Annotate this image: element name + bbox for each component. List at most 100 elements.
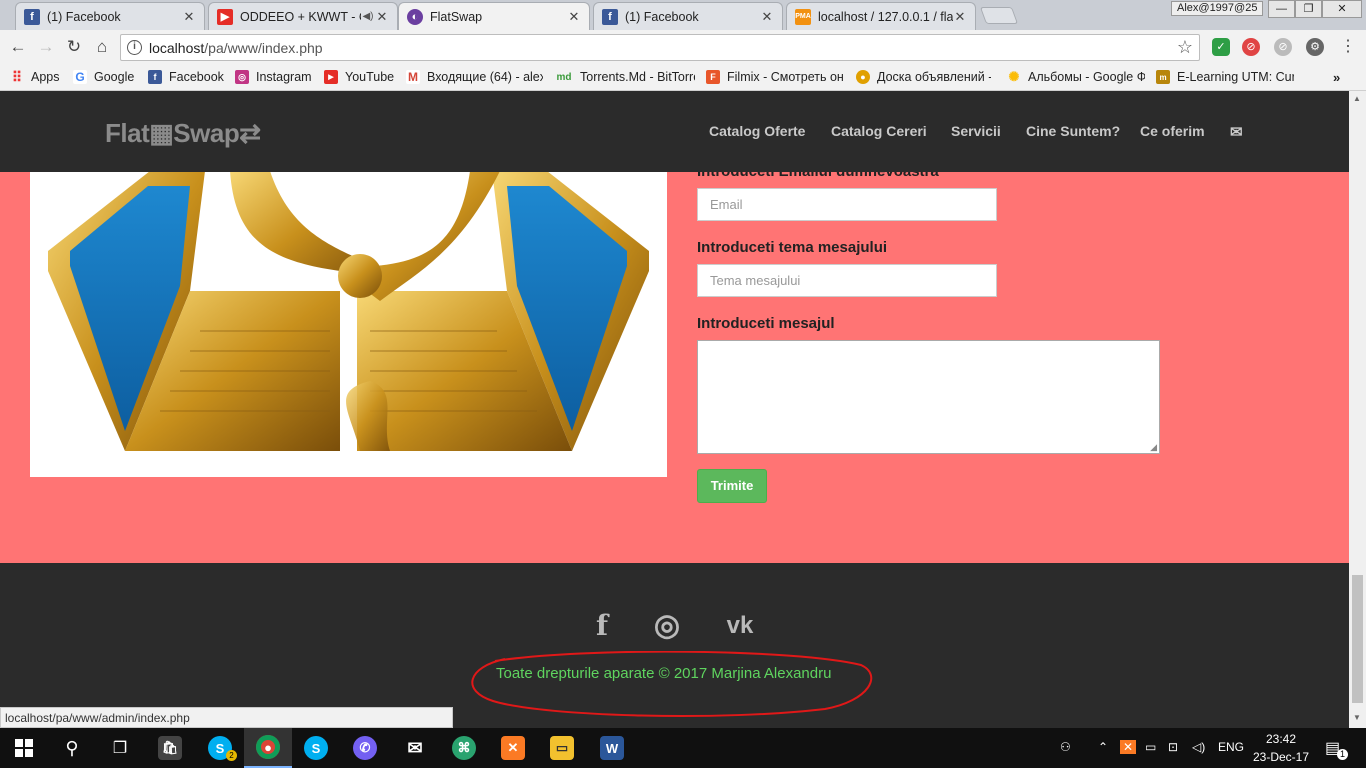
- minimize-button[interactable]: —: [1268, 0, 1295, 18]
- bookmark-google[interactable]: G Google: [73, 68, 143, 86]
- bookmark-gmail[interactable]: M Входящие (64) - alex: [406, 68, 543, 86]
- adblock-extension-icon[interactable]: ⊘: [1242, 38, 1260, 56]
- bookmark-filmix[interactable]: F Filmix - Смотреть он: [706, 68, 844, 86]
- extension-icon[interactable]: ⊘: [1274, 38, 1292, 56]
- close-tab-icon[interactable]: ✕: [953, 9, 967, 25]
- clock-date[interactable]: 23-Dec-17: [1253, 750, 1309, 764]
- subject-field[interactable]: Tema mesajului: [697, 264, 997, 297]
- nav-cine-suntem[interactable]: Cine Suntem?: [1026, 123, 1120, 139]
- filmix-icon: F: [706, 70, 720, 84]
- network-icon[interactable]: ⊡: [1168, 740, 1178, 754]
- chrome-taskbar-icon[interactable]: ●: [244, 728, 292, 768]
- shield-extension-icon[interactable]: ✓: [1212, 38, 1230, 56]
- new-tab-button[interactable]: [979, 7, 1019, 24]
- skype-app-icon[interactable]: S: [292, 728, 340, 768]
- chrome-menu-icon[interactable]: ⋮: [1338, 37, 1358, 57]
- phpmyadmin-icon: PMA: [795, 8, 811, 25]
- tray-chevron-up-icon[interactable]: ⌃: [1098, 740, 1108, 754]
- tab-flatswap[interactable]: ◐ FlatSwap ✕: [398, 2, 590, 30]
- volume-icon[interactable]: ◁): [1192, 740, 1205, 754]
- viber-icon[interactable]: ✆: [341, 728, 389, 768]
- site-navbar: Flat▦Swap⇄ Catalog Oferte Catalog Cereri…: [0, 91, 1349, 172]
- tab-title: ODDEEO + KWWT - C: [240, 9, 361, 24]
- tab-facebook-1[interactable]: f (1) Facebook ✕: [15, 2, 205, 30]
- instagram-icon[interactable]: ◎: [650, 609, 684, 643]
- bookmark-label: Facebook: [169, 70, 224, 84]
- tab-title: FlatSwap: [430, 9, 483, 24]
- close-tab-icon[interactable]: ✕: [182, 9, 196, 25]
- vk-icon[interactable]: vk: [720, 609, 760, 643]
- address-bar[interactable]: i localhost/pa/www/index.php ☆: [120, 34, 1200, 61]
- forward-arrow-icon[interactable]: →: [36, 37, 56, 57]
- extension-gear-icon[interactable]: ⚙: [1306, 38, 1324, 56]
- close-tab-icon[interactable]: ✕: [567, 9, 581, 25]
- facebook-icon[interactable]: f: [585, 609, 619, 643]
- store-icon[interactable]: 🛍: [146, 728, 194, 768]
- back-arrow-icon[interactable]: ←: [8, 37, 28, 57]
- elearning-icon: m: [1156, 70, 1170, 84]
- tab-phpmyadmin[interactable]: PMA localhost / 127.0.0.1 / fla ✕: [786, 2, 976, 30]
- skype-badge: 2: [226, 750, 237, 761]
- bookmark-google-photos[interactable]: ✺ Альбомы - Google Ф: [1007, 68, 1145, 86]
- profile-button[interactable]: Alex@1997@25: [1171, 1, 1264, 16]
- more-bookmarks-chevron-icon[interactable]: »: [1333, 68, 1347, 86]
- nav-catalog-oferte[interactable]: Catalog Oferte: [709, 123, 805, 139]
- people-icon[interactable]: ⚇: [1060, 740, 1071, 754]
- page-scrollbar[interactable]: ▲ ▼: [1349, 91, 1366, 728]
- gmail-icon: M: [406, 70, 420, 84]
- mail-icon[interactable]: ✉: [391, 728, 439, 768]
- scroll-up-arrow-icon[interactable]: ▲: [1353, 94, 1361, 103]
- tab-facebook-2[interactable]: f (1) Facebook ✕: [593, 2, 783, 30]
- close-tab-icon[interactable]: ✕: [375, 9, 389, 25]
- reload-icon[interactable]: ↻: [64, 37, 84, 57]
- bookmark-label: Instagram: [256, 70, 312, 84]
- bookmarks-bar: ⠿ Apps G Google f Facebook ◎ Instagram ▶ YouT…: [0, 64, 1366, 91]
- nav-servicii[interactable]: Servicii: [951, 123, 1001, 139]
- clock-time[interactable]: 23:42: [1266, 732, 1296, 746]
- windows-logo-icon: [15, 739, 33, 757]
- nav-ce-oferim[interactable]: Ce oferim: [1140, 123, 1205, 139]
- bookmark-label: Доска объявлений -: [877, 70, 991, 84]
- tab-youtube[interactable]: ▶ ODDEEO + KWWT - C ◀) ✕: [208, 2, 398, 30]
- scrollbar-thumb[interactable]: [1352, 575, 1363, 703]
- site-logo[interactable]: Flat▦Swap⇄: [105, 118, 261, 149]
- google-icon: G: [73, 70, 87, 84]
- apps-icon: ⠿: [11, 68, 23, 85]
- search-icon[interactable]: ⚲: [48, 728, 96, 768]
- handshake-illustration: [48, 171, 649, 451]
- nav-catalog-cereri[interactable]: Catalog Cereri: [831, 123, 927, 139]
- start-button[interactable]: [0, 728, 48, 768]
- bookmark-apps[interactable]: ⠿ Apps: [10, 68, 70, 86]
- network-app-icon[interactable]: ⌘: [440, 728, 488, 768]
- bookmark-elearning[interactable]: m E-Learning UTM: Curs: [1156, 68, 1294, 86]
- skype-taskbar-icon[interactable]: S2: [196, 728, 244, 768]
- file-explorer-icon[interactable]: ▭: [538, 728, 586, 768]
- word-icon[interactable]: W: [588, 728, 636, 768]
- email-field[interactable]: Email: [697, 188, 997, 221]
- bookmark-facebook[interactable]: f Facebook: [148, 68, 228, 86]
- task-view-icon[interactable]: ❐: [96, 728, 144, 768]
- bookmark-label: Apps: [31, 70, 60, 84]
- bookmark-youtube[interactable]: ▶ YouTube: [324, 68, 398, 86]
- message-textarea[interactable]: ◢: [697, 340, 1160, 454]
- bookmark-ads-board[interactable]: ● Доска объявлений -: [856, 68, 991, 86]
- submit-button[interactable]: Trimite: [697, 469, 767, 503]
- bookmark-star-icon[interactable]: ☆: [1177, 37, 1193, 58]
- url-text: localhost/pa/www/index.php: [149, 40, 323, 56]
- bookmark-instagram[interactable]: ◎ Instagram: [235, 68, 317, 86]
- xampp-icon[interactable]: ✕: [489, 728, 537, 768]
- language-indicator[interactable]: ENG: [1218, 740, 1244, 754]
- info-icon[interactable]: i: [127, 40, 142, 55]
- browser-toolbar: ← → ↻ ⌂ i localhost/pa/www/index.php ☆ ✓…: [0, 30, 1366, 64]
- bookmark-torrents[interactable]: md Torrents.Md - BitTorre: [555, 68, 696, 86]
- restore-button[interactable]: ❐: [1295, 0, 1322, 18]
- scroll-down-arrow-icon[interactable]: ▼: [1353, 713, 1361, 722]
- xampp-tray-icon[interactable]: ✕: [1120, 740, 1137, 754]
- envelope-icon[interactable]: ✉: [1230, 123, 1243, 141]
- battery-icon[interactable]: ▭: [1145, 740, 1156, 754]
- close-window-button[interactable]: ✕: [1322, 0, 1362, 18]
- home-icon[interactable]: ⌂: [92, 37, 112, 57]
- close-tab-icon[interactable]: ✕: [760, 9, 774, 25]
- facebook-icon: f: [24, 8, 40, 25]
- resize-handle-icon[interactable]: ◢: [1150, 442, 1157, 453]
